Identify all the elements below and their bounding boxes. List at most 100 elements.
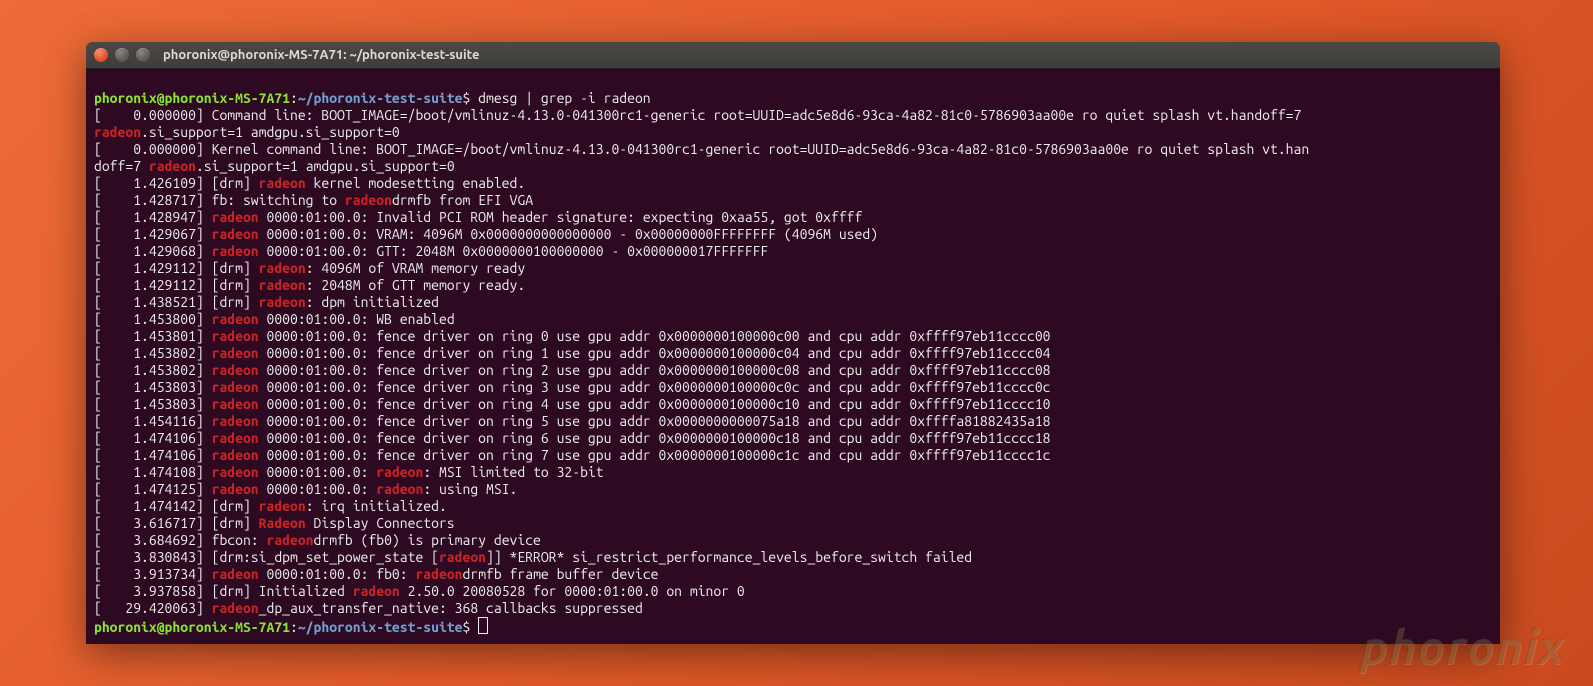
output-line: : dpm initialized [306, 294, 439, 310]
hl-radeon: radeon [259, 294, 306, 310]
output-line: 0000:01:00.0: Invalid PCI ROM header sig… [259, 209, 863, 225]
command-text [470, 90, 478, 106]
hl-radeon: radeon [212, 226, 259, 242]
hl-radeon: radeon [212, 464, 259, 480]
prompt-user: phoronix@phoronix-MS-7A71 [94, 619, 290, 635]
output-line: [ 1.474106] [94, 447, 212, 463]
output-line: _dp_aux_transfer_native: 368 callbacks s… [259, 600, 643, 616]
hl-Radeon: Radeon [259, 515, 306, 531]
desktop: phoronix@phoronix-MS-7A71: ~/phoronix-te… [0, 0, 1593, 686]
output-line: .si_support=1 amdgpu.si_support=0 [141, 124, 400, 140]
hl-radeon: radeon [266, 532, 313, 548]
prompt-colon: : [290, 90, 298, 106]
hl-radeon: radeon [259, 260, 306, 276]
output-line: [ 1.428947] [94, 209, 212, 225]
output-line: [ 1.453803] [94, 379, 212, 395]
prompt-colon: : [290, 619, 298, 635]
hl-radeon: radeon [212, 379, 259, 395]
hl-radeon: radeon [212, 362, 259, 378]
output-line: [ 1.453800] [94, 311, 212, 327]
output-line: [ 3.616717] [drm] [94, 515, 259, 531]
terminal-window: phoronix@phoronix-MS-7A71: ~/phoronix-te… [86, 42, 1500, 644]
window-title: phoronix@phoronix-MS-7A71: ~/phoronix-te… [163, 48, 480, 62]
hl-radeon: radeon [94, 124, 141, 140]
hl-radeon: radeon [212, 243, 259, 259]
hl-radeon: radeon [353, 583, 400, 599]
output-line: [ 3.913734] [94, 566, 212, 582]
cursor-icon [478, 617, 488, 634]
hl-radeon: radeon [212, 209, 259, 225]
hl-radeon: radeon [345, 192, 392, 208]
hl-radeon: radeon [212, 566, 259, 582]
hl-radeon: radeon [212, 396, 259, 412]
output-line: : MSI limited to 32-bit [423, 464, 603, 480]
hl-radeon: radeon [212, 311, 259, 327]
output-line: [ 1.454116] [94, 413, 212, 429]
minimize-icon[interactable] [115, 48, 129, 62]
output-line: : using MSI. [423, 481, 517, 497]
hl-radeon: radeon [259, 175, 306, 191]
output-line: 0000:01:00.0: [259, 464, 377, 480]
output-line: drmfb frame buffer device [463, 566, 659, 582]
output-line: [ 1.474106] [94, 430, 212, 446]
prompt-path: ~/phoronix-test-suite [298, 90, 463, 106]
output-line: [ 1.474108] [94, 464, 212, 480]
command: dmesg | grep -i radeon [478, 90, 650, 106]
output-line: .si_support=1 amdgpu.si_support=0 [196, 158, 455, 174]
output-line: [ 3.830843] [drm:si_dpm_set_power_state … [94, 549, 439, 565]
output-line: 0000:01:00.0: fence driver on ring 5 use… [259, 413, 1051, 429]
output-line: [ 1.438521] [drm] [94, 294, 259, 310]
hl-radeon: radeon [415, 566, 462, 582]
hl-radeon: radeon [259, 277, 306, 293]
output-line: 0000:01:00.0: fence driver on ring 7 use… [259, 447, 1051, 463]
output-line: [ 1.428717] fb: switching to [94, 192, 345, 208]
output-line: [ 1.453803] [94, 396, 212, 412]
output-line: ]] *ERROR* si_restrict_performance_level… [486, 549, 972, 565]
output-line: [ 1.453802] [94, 362, 212, 378]
hl-radeon: radeon [212, 328, 259, 344]
output-line: [ 3.684692] fbcon: [94, 532, 266, 548]
output-line: [ 1.453802] [94, 345, 212, 361]
maximize-icon[interactable] [136, 48, 150, 62]
output-line: [ 1.429112] [drm] [94, 277, 259, 293]
output-line: [ 1.429112] [drm] [94, 260, 259, 276]
output-line: 0000:01:00.0: WB enabled [259, 311, 455, 327]
output-line: doff=7 [94, 158, 149, 174]
hl-radeon: radeon [212, 600, 259, 616]
output-line: Display Connectors [306, 515, 455, 531]
hl-radeon: radeon [212, 345, 259, 361]
output-line: 0000:01:00.0: fence driver on ring 4 use… [259, 396, 1051, 412]
output-line: [ 1.426109] [drm] [94, 175, 259, 191]
output-line: 2.50.0 20080528 for 0000:01:00.0 on mino… [400, 583, 745, 599]
hl-radeon: radeon [212, 447, 259, 463]
output-line: [ 29.420063] [94, 600, 212, 616]
hl-radeon: radeon [259, 498, 306, 514]
hl-radeon: radeon [212, 430, 259, 446]
output-line: 0000:01:00.0: [259, 481, 377, 497]
output-line: [ 1.429067] [94, 226, 212, 242]
output-line: 0000:01:00.0: fence driver on ring 3 use… [259, 379, 1051, 395]
output-line: [ 1.474142] [drm] [94, 498, 259, 514]
prompt-user: phoronix@phoronix-MS-7A71 [94, 90, 290, 106]
output-line: 0000:01:00.0: fence driver on ring 6 use… [259, 430, 1051, 446]
output-line: [ 3.937858] [drm] Initialized [94, 583, 353, 599]
space [470, 619, 478, 635]
close-icon[interactable] [94, 48, 108, 62]
output-line: [ 1.429068] [94, 243, 212, 259]
hl-radeon: radeon [376, 481, 423, 497]
output-line: 0000:01:00.0: fence driver on ring 1 use… [259, 345, 1051, 361]
output-line: 0000:01:00.0: fence driver on ring 2 use… [259, 362, 1051, 378]
hl-radeon: radeon [439, 549, 486, 565]
output-line: drmfb (fb0) is primary device [314, 532, 541, 548]
hl-radeon: radeon [149, 158, 196, 174]
output-line: : irq initialized. [306, 498, 447, 514]
output-line: [ 0.000000] Command line: BOOT_IMAGE=/bo… [94, 107, 1309, 123]
window-titlebar[interactable]: phoronix@phoronix-MS-7A71: ~/phoronix-te… [86, 42, 1500, 69]
hl-radeon: radeon [212, 481, 259, 497]
output-line: kernel modesetting enabled. [306, 175, 526, 191]
terminal-body[interactable]: phoronix@phoronix-MS-7A71:~/phoronix-tes… [86, 69, 1500, 644]
output-line: 0000:01:00.0: fb0: [259, 566, 416, 582]
hl-radeon: radeon [212, 413, 259, 429]
output-line: drmfb from EFI VGA [392, 192, 533, 208]
output-line: [ 1.474125] [94, 481, 212, 497]
